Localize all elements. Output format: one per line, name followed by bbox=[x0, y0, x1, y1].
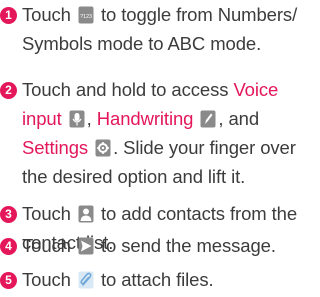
step-2-line-3: Settings . Slide your finger over bbox=[22, 137, 296, 158]
step-number-badge: 1 bbox=[0, 7, 17, 24]
step-5-line-1: Touch to attach files. bbox=[22, 269, 214, 290]
contacts-icon bbox=[78, 205, 94, 223]
settings-label: Settings bbox=[22, 137, 89, 158]
step-3-line-1: Touch to add contacts from the bbox=[22, 203, 298, 224]
step-2-line-4: the desired option and lift it. bbox=[22, 166, 246, 187]
voice-input-icon bbox=[69, 110, 85, 128]
handwriting-label: Handwriting bbox=[96, 108, 194, 129]
step-number-badge: 4 bbox=[0, 238, 17, 255]
step-1-line-1: Touch ?123 to toggle from Numbers/ bbox=[22, 4, 298, 25]
step-2-line-2: input , Handwriting , and bbox=[22, 108, 260, 129]
step-1-line-2: Symbols mode to ABC mode. bbox=[22, 33, 262, 54]
step-4-line-1: Touch to send the message. bbox=[22, 235, 276, 256]
settings-icon bbox=[95, 139, 111, 157]
step-number-badge: 2 bbox=[0, 82, 17, 99]
step-number-badge: 3 bbox=[0, 206, 17, 223]
svg-text:?123: ?123 bbox=[80, 14, 92, 20]
step-number-badge: 5 bbox=[0, 272, 17, 289]
voice-input-label: input bbox=[22, 108, 62, 129]
voice-label: Voice bbox=[233, 79, 279, 100]
numbers-symbols-key-icon: ?123 bbox=[78, 6, 94, 24]
attach-icon bbox=[78, 271, 94, 289]
handwriting-icon bbox=[200, 110, 216, 128]
step-2-line-1: Touch and hold to access Voice bbox=[22, 79, 279, 100]
send-icon bbox=[78, 237, 94, 255]
